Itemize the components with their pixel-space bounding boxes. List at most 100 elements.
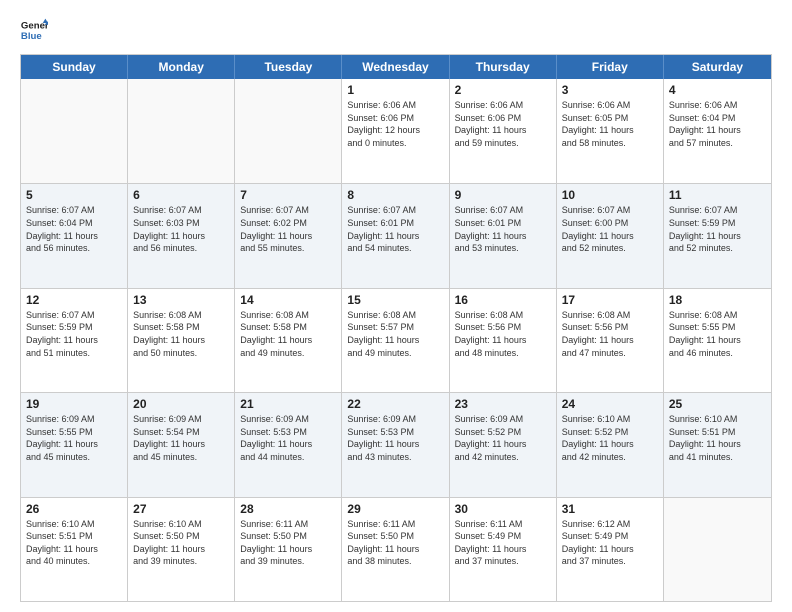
day-number: 17 — [562, 293, 658, 307]
calendar-day: 15 Sunrise: 6:08 AM Sunset: 5:57 PM Dayli… — [342, 289, 449, 392]
day-info: Sunrise: 6:09 AM Sunset: 5:54 PM Dayligh… — [133, 413, 229, 463]
day-number: 8 — [347, 188, 443, 202]
calendar-day: 2Sunrise: 6:06 AM Sunset: 6:06 PM Daylig… — [450, 79, 557, 183]
empty-day — [21, 79, 128, 183]
calendar-day: 14 Sunrise: 6:08 AM Sunset: 5:58 PM Dayli… — [235, 289, 342, 392]
day-info: Sunrise: 6:06 AM Sunset: 6:04 PM Dayligh… — [669, 99, 766, 149]
day-info: Sunrise: 6:11 AM Sunset: 5:49 PM Dayligh… — [455, 518, 551, 568]
calendar-day: 31 Sunrise: 6:12 AM Sunset: 5:49 PM Dayli… — [557, 498, 664, 601]
calendar-week: 1 Sunrise: 6:06 AM Sunset: 6:06 PM Daylig… — [21, 79, 771, 183]
day-info: Sunrise: 6:07 AM Sunset: 6:01 PM Dayligh… — [347, 204, 443, 254]
day-number: 19 — [26, 397, 122, 411]
day-info: Sunrise: 6:07 AM Sunset: 6:02 PM Dayligh… — [240, 204, 336, 254]
page-container: General Blue SundayMondayTuesdayWednesda… — [0, 0, 792, 612]
day-info: Sunrise: 6:08 AM Sunset: 5:56 PM Dayligh… — [562, 309, 658, 359]
day-info: Sunrise: 6:07 AM Sunset: 6:01 PM Dayligh… — [455, 204, 551, 254]
day-number: 9 — [455, 188, 551, 202]
calendar-day: 30Sunrise: 6:11 AM Sunset: 5:49 PM Dayli… — [450, 498, 557, 601]
calendar: SundayMondayTuesdayWednesdayThursdayFrid… — [20, 54, 772, 602]
calendar-day: 19Sunrise: 6:09 AM Sunset: 5:55 PM Dayli… — [21, 393, 128, 496]
calendar-body: 1 Sunrise: 6:06 AM Sunset: 6:06 PM Daylig… — [21, 79, 771, 601]
day-info: Sunrise: 6:11 AM Sunset: 5:50 PM Dayligh… — [347, 518, 443, 568]
svg-text:Blue: Blue — [21, 31, 42, 42]
day-info: Sunrise: 6:08 AM Sunset: 5:58 PM Dayligh… — [133, 309, 229, 359]
weekday-header: Thursday — [450, 55, 557, 79]
calendar-week: 12 Sunrise: 6:07 AM Sunset: 5:59 PM Dayli… — [21, 288, 771, 392]
weekday-header: Saturday — [664, 55, 771, 79]
day-info: Sunrise: 6:07 AM Sunset: 5:59 PM Dayligh… — [26, 309, 122, 359]
calendar-day: 22 Sunrise: 6:09 AM Sunset: 5:53 PM Dayli… — [342, 393, 449, 496]
day-info: Sunrise: 6:07 AM Sunset: 6:04 PM Dayligh… — [26, 204, 122, 254]
calendar-day: 13Sunrise: 6:08 AM Sunset: 5:58 PM Dayli… — [128, 289, 235, 392]
day-number: 15 — [347, 293, 443, 307]
calendar-day: 21 Sunrise: 6:09 AM Sunset: 5:53 PM Dayli… — [235, 393, 342, 496]
day-number: 10 — [562, 188, 658, 202]
day-info: Sunrise: 6:07 AM Sunset: 5:59 PM Dayligh… — [669, 204, 766, 254]
day-info: Sunrise: 6:12 AM Sunset: 5:49 PM Dayligh… — [562, 518, 658, 568]
calendar-day: 20 Sunrise: 6:09 AM Sunset: 5:54 PM Dayli… — [128, 393, 235, 496]
day-info: Sunrise: 6:11 AM Sunset: 5:50 PM Dayligh… — [240, 518, 336, 568]
weekday-header: Tuesday — [235, 55, 342, 79]
calendar-day: 7Sunrise: 6:07 AM Sunset: 6:02 PM Daylig… — [235, 184, 342, 287]
day-number: 5 — [26, 188, 122, 202]
day-info: Sunrise: 6:09 AM Sunset: 5:53 PM Dayligh… — [347, 413, 443, 463]
logo: General Blue — [20, 16, 52, 44]
day-number: 1 — [347, 83, 443, 97]
calendar-day: 26Sunrise: 6:10 AM Sunset: 5:51 PM Dayli… — [21, 498, 128, 601]
day-number: 16 — [455, 293, 551, 307]
day-info: Sunrise: 6:10 AM Sunset: 5:52 PM Dayligh… — [562, 413, 658, 463]
empty-day — [128, 79, 235, 183]
day-number: 11 — [669, 188, 766, 202]
day-number: 22 — [347, 397, 443, 411]
day-info: Sunrise: 6:06 AM Sunset: 6:05 PM Dayligh… — [562, 99, 658, 149]
calendar-day: 27 Sunrise: 6:10 AM Sunset: 5:50 PM Dayli… — [128, 498, 235, 601]
day-number: 14 — [240, 293, 336, 307]
empty-day — [235, 79, 342, 183]
calendar-week: 19Sunrise: 6:09 AM Sunset: 5:55 PM Dayli… — [21, 392, 771, 496]
calendar-week: 5 Sunrise: 6:07 AM Sunset: 6:04 PM Daylig… — [21, 183, 771, 287]
day-info: Sunrise: 6:09 AM Sunset: 5:53 PM Dayligh… — [240, 413, 336, 463]
day-info: Sunrise: 6:10 AM Sunset: 5:50 PM Dayligh… — [133, 518, 229, 568]
calendar-day: 8 Sunrise: 6:07 AM Sunset: 6:01 PM Daylig… — [342, 184, 449, 287]
calendar-week: 26Sunrise: 6:10 AM Sunset: 5:51 PM Dayli… — [21, 497, 771, 601]
day-number: 6 — [133, 188, 229, 202]
calendar-day: 28Sunrise: 6:11 AM Sunset: 5:50 PM Dayli… — [235, 498, 342, 601]
weekday-header: Sunday — [21, 55, 128, 79]
weekday-header: Friday — [557, 55, 664, 79]
day-number: 20 — [133, 397, 229, 411]
calendar-day: 17 Sunrise: 6:08 AM Sunset: 5:56 PM Dayli… — [557, 289, 664, 392]
calendar-day: 29 Sunrise: 6:11 AM Sunset: 5:50 PM Dayli… — [342, 498, 449, 601]
day-info: Sunrise: 6:07 AM Sunset: 6:03 PM Dayligh… — [133, 204, 229, 254]
calendar-day: 1 Sunrise: 6:06 AM Sunset: 6:06 PM Daylig… — [342, 79, 449, 183]
day-info: Sunrise: 6:09 AM Sunset: 5:52 PM Dayligh… — [455, 413, 551, 463]
calendar-day: 10 Sunrise: 6:07 AM Sunset: 6:00 PM Dayli… — [557, 184, 664, 287]
calendar-header: SundayMondayTuesdayWednesdayThursdayFrid… — [21, 55, 771, 79]
calendar-day: 11 Sunrise: 6:07 AM Sunset: 5:59 PM Dayli… — [664, 184, 771, 287]
calendar-day: 5 Sunrise: 6:07 AM Sunset: 6:04 PM Daylig… — [21, 184, 128, 287]
calendar-day: 4 Sunrise: 6:06 AM Sunset: 6:04 PM Daylig… — [664, 79, 771, 183]
day-number: 18 — [669, 293, 766, 307]
weekday-header: Wednesday — [342, 55, 449, 79]
day-number: 24 — [562, 397, 658, 411]
day-number: 4 — [669, 83, 766, 97]
calendar-day: 25 Sunrise: 6:10 AM Sunset: 5:51 PM Dayli… — [664, 393, 771, 496]
day-number: 23 — [455, 397, 551, 411]
day-number: 27 — [133, 502, 229, 516]
day-number: 29 — [347, 502, 443, 516]
day-info: Sunrise: 6:08 AM Sunset: 5:57 PM Dayligh… — [347, 309, 443, 359]
calendar-day: 16Sunrise: 6:08 AM Sunset: 5:56 PM Dayli… — [450, 289, 557, 392]
day-number: 12 — [26, 293, 122, 307]
calendar-day: 9 Sunrise: 6:07 AM Sunset: 6:01 PM Daylig… — [450, 184, 557, 287]
day-info: Sunrise: 6:08 AM Sunset: 5:58 PM Dayligh… — [240, 309, 336, 359]
day-info: Sunrise: 6:10 AM Sunset: 5:51 PM Dayligh… — [669, 413, 766, 463]
calendar-day: 12 Sunrise: 6:07 AM Sunset: 5:59 PM Dayli… — [21, 289, 128, 392]
day-number: 31 — [562, 502, 658, 516]
day-info: Sunrise: 6:06 AM Sunset: 6:06 PM Dayligh… — [455, 99, 551, 149]
day-info: Sunrise: 6:07 AM Sunset: 6:00 PM Dayligh… — [562, 204, 658, 254]
day-number: 25 — [669, 397, 766, 411]
day-number: 21 — [240, 397, 336, 411]
day-number: 3 — [562, 83, 658, 97]
day-info: Sunrise: 6:10 AM Sunset: 5:51 PM Dayligh… — [26, 518, 122, 568]
calendar-day: 23 Sunrise: 6:09 AM Sunset: 5:52 PM Dayli… — [450, 393, 557, 496]
day-info: Sunrise: 6:06 AM Sunset: 6:06 PM Dayligh… — [347, 99, 443, 149]
